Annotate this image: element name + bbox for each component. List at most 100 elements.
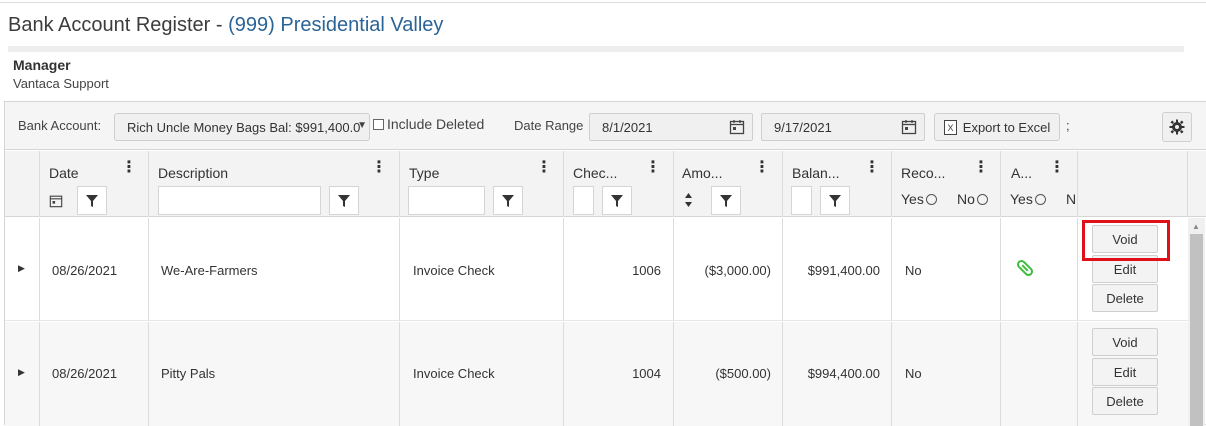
- column-header-amount[interactable]: Amo...: [682, 165, 722, 181]
- column-menu-icon[interactable]: ⋮: [973, 160, 989, 176]
- include-deleted-checkbox[interactable]: [373, 119, 384, 130]
- column-divider: [1000, 322, 1001, 426]
- column-header-reconciled[interactable]: Reco...: [901, 165, 945, 181]
- reconciled-yes-option[interactable]: Yes: [901, 191, 937, 207]
- column-divider: [39, 151, 40, 217]
- bank-account-label: Bank Account:: [18, 118, 102, 133]
- cell-balance: $991,400.00: [807, 263, 880, 278]
- cell-balance: $994,400.00: [807, 366, 880, 381]
- column-divider: [891, 151, 892, 217]
- column-divider: [399, 218, 400, 321]
- settings-button[interactable]: [1162, 112, 1192, 142]
- filter-button-check[interactable]: [602, 186, 632, 215]
- column-menu-icon[interactable]: ⋮: [645, 160, 661, 176]
- radio-button[interactable]: [925, 194, 937, 205]
- export-label: Export to Excel: [962, 119, 1051, 135]
- filter-button-description[interactable]: [329, 186, 359, 215]
- column-divider: [39, 322, 40, 426]
- cell-date: 08/26/2021: [52, 263, 118, 278]
- attachment-no-option[interactable]: N: [1066, 191, 1076, 207]
- filter-input-balance[interactable]: [791, 186, 812, 215]
- radio-button[interactable]: [1034, 194, 1046, 205]
- calendar-icon[interactable]: [722, 114, 752, 140]
- cell-reconciled: No: [905, 263, 922, 278]
- column-divider: [148, 322, 149, 426]
- cell-check-number: 1004: [632, 366, 661, 381]
- delete-button[interactable]: Delete: [1092, 387, 1158, 415]
- column-menu-icon[interactable]: ⋮: [864, 160, 880, 176]
- table-row[interactable]: ▶ 08/26/2021 Pitty Pals Invoice Check 10…: [5, 322, 1188, 426]
- column-header-date[interactable]: Date: [49, 165, 79, 181]
- table-row[interactable]: ▶ 08/26/2021 We-Are-Farmers Invoice Chec…: [5, 218, 1188, 321]
- date-from-input[interactable]: 8/1/2021: [589, 113, 753, 141]
- delete-button[interactable]: Delete: [1092, 284, 1158, 312]
- highlight-box: [1082, 220, 1170, 261]
- gear-icon: [1169, 119, 1185, 135]
- no-label: N: [1066, 191, 1077, 207]
- filter-input-check[interactable]: [573, 186, 594, 215]
- date-from-value: 8/1/2021: [602, 120, 653, 135]
- scrollbar-thumb[interactable]: [1190, 234, 1203, 426]
- bank-account-value: Rich Uncle Money Bags Bal: $991,400.0: [127, 120, 361, 135]
- radio-button[interactable]: [976, 194, 988, 205]
- column-header-type[interactable]: Type: [409, 165, 439, 181]
- export-to-excel-button[interactable]: X Export to Excel: [934, 113, 1060, 141]
- cell-description: We-Are-Farmers: [161, 263, 258, 278]
- column-menu-icon[interactable]: ⋮: [754, 160, 770, 176]
- reconciled-no-option[interactable]: No: [957, 191, 988, 207]
- manager-name: Vantaca Support: [13, 76, 109, 91]
- void-button[interactable]: Void: [1092, 328, 1158, 356]
- column-menu-icon[interactable]: ⋮: [536, 160, 552, 176]
- sort-icon[interactable]: [684, 192, 693, 213]
- filter-button-balance[interactable]: [820, 186, 850, 215]
- expand-row-icon[interactable]: ▶: [18, 367, 25, 378]
- column-menu-icon[interactable]: ⋮: [371, 160, 387, 176]
- column-header-description[interactable]: Description: [158, 165, 228, 181]
- column-divider: [563, 218, 564, 321]
- calendar-icon[interactable]: [894, 114, 924, 140]
- no-label: No: [957, 191, 975, 207]
- expand-row-icon[interactable]: ▶: [18, 263, 25, 274]
- filter-button-amount[interactable]: [711, 186, 741, 215]
- filter-input-description[interactable]: [158, 186, 321, 215]
- manager-label: Manager: [13, 57, 71, 73]
- column-divider: [891, 218, 892, 321]
- bank-account-select[interactable]: Rich Uncle Money Bags Bal: $991,400.0 ▼: [114, 113, 370, 141]
- filter-icon: [338, 194, 350, 207]
- column-divider: [1187, 151, 1188, 217]
- filter-button-type[interactable]: [493, 186, 523, 215]
- cell-description: Pitty Pals: [161, 366, 216, 381]
- dropdown-caret-icon: ▼: [357, 120, 367, 131]
- top-divider: [0, 2, 1206, 3]
- scroll-up-icon[interactable]: ▲: [1192, 222, 1200, 231]
- association-link[interactable]: (999) Presidential Valley: [228, 14, 443, 36]
- vertical-scrollbar[interactable]: ▲: [1188, 218, 1205, 426]
- yes-label: Yes: [1010, 191, 1033, 207]
- column-header-attachment[interactable]: A...: [1011, 165, 1032, 181]
- attachment-yes-option[interactable]: Yes: [1010, 191, 1046, 207]
- delete-button-label: Delete: [1106, 393, 1144, 409]
- register-grid: Bank Account: Rich Uncle Money Bags Bal:…: [4, 101, 1206, 426]
- include-deleted-option[interactable]: Include Deleted: [373, 116, 484, 132]
- calendar-icon[interactable]: [49, 194, 63, 213]
- include-deleted-label: Include Deleted: [387, 116, 485, 132]
- date-to-input[interactable]: 9/17/2021: [761, 113, 925, 141]
- page-title: Bank Account Register - (999) Presidenti…: [8, 14, 443, 37]
- filter-icon: [829, 194, 841, 207]
- filter-input-type[interactable]: [408, 186, 485, 215]
- void-button-label: Void: [1112, 334, 1138, 350]
- edit-button-label: Edit: [1113, 261, 1137, 277]
- column-menu-icon[interactable]: ⋮: [1049, 160, 1065, 176]
- column-menu-icon[interactable]: ⋮: [121, 160, 137, 176]
- column-header-balance[interactable]: Balan...: [792, 165, 839, 181]
- filter-icon: [720, 194, 732, 207]
- svg-text:X: X: [947, 123, 953, 133]
- excel-icon: X: [943, 119, 957, 135]
- column-divider: [399, 151, 400, 217]
- filter-button-date[interactable]: [77, 186, 107, 215]
- edit-button[interactable]: Edit: [1092, 358, 1158, 386]
- column-divider: [148, 218, 149, 321]
- date-range-label: Date Range: [514, 118, 584, 133]
- column-header-check[interactable]: Chec...: [573, 165, 617, 181]
- paperclip-icon[interactable]: [1015, 258, 1035, 281]
